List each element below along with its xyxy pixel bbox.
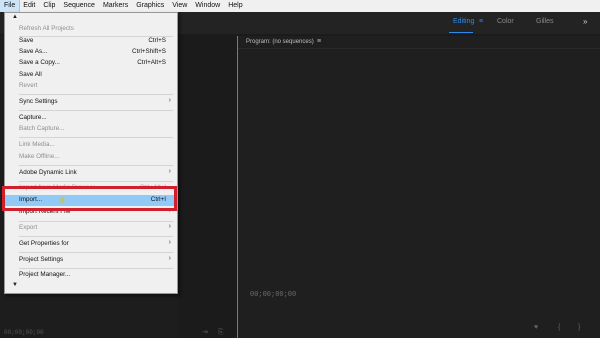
menu-separator bbox=[19, 236, 173, 237]
menu-item-capture[interactable]: Capture... bbox=[5, 113, 177, 124]
menu-clip[interactable]: Clip bbox=[39, 0, 59, 12]
menu-item-save-all[interactable]: Save All bbox=[5, 70, 177, 81]
source-controls: ⇥ ⎘ bbox=[202, 328, 223, 337]
scroll-up-icon[interactable]: ▲ bbox=[12, 14, 18, 20]
workspace-tab-editing[interactable]: Editing bbox=[453, 18, 474, 25]
program-timecode[interactable]: 00;00;00;00 bbox=[250, 291, 296, 299]
export-frame-icon[interactable]: ⎘ bbox=[218, 329, 224, 336]
menu-view[interactable]: View bbox=[168, 0, 191, 12]
annotation-highlight-box bbox=[2, 186, 177, 211]
menu-item-make-offline[interactable]: Make Offline... bbox=[5, 152, 177, 163]
menu-item-project-manager[interactable]: Project Manager... bbox=[5, 270, 177, 281]
scroll-down-icon[interactable]: ▼ bbox=[12, 282, 18, 288]
menu-separator bbox=[19, 268, 173, 269]
submenu-arrow-icon: › bbox=[168, 255, 171, 262]
menu-separator bbox=[19, 137, 173, 138]
menu-item-refresh-all-projects[interactable]: Refresh All Projects bbox=[5, 24, 177, 35]
mouse-cursor-icon bbox=[59, 197, 65, 203]
menu-file[interactable]: File bbox=[0, 0, 21, 13]
menu-separator bbox=[19, 252, 173, 253]
menu-item-revert[interactable]: Revert bbox=[5, 81, 177, 92]
program-monitor-title: Program: (no sequences) bbox=[246, 39, 314, 45]
submenu-arrow-icon: › bbox=[168, 168, 171, 175]
menu-item-batch-capture[interactable]: Batch Capture... bbox=[5, 124, 177, 135]
menu-separator bbox=[19, 181, 173, 182]
menu-item-sync-settings[interactable]: Sync Settings › bbox=[5, 97, 177, 108]
mark-in-icon[interactable]: { bbox=[558, 324, 560, 331]
menu-sequence[interactable]: Sequence bbox=[59, 0, 99, 12]
mark-out-icon[interactable]: } bbox=[578, 324, 580, 331]
menu-item-save[interactable]: Save Ctrl+S bbox=[5, 36, 177, 47]
menu-item-export[interactable]: Export › bbox=[5, 223, 177, 234]
menu-separator bbox=[19, 110, 173, 111]
menu-markers[interactable]: Markers bbox=[99, 0, 132, 12]
program-menu-icon[interactable]: ≡ bbox=[317, 38, 321, 45]
workspace-tab-color[interactable]: Color bbox=[497, 18, 514, 25]
menu-item-link-media[interactable]: Link Media... bbox=[5, 140, 177, 151]
menu-separator bbox=[19, 94, 173, 95]
add-marker-icon[interactable]: ♥ bbox=[534, 324, 538, 331]
more-workspaces-icon[interactable]: » bbox=[583, 17, 587, 26]
workspace-menu-icon[interactable]: ≡ bbox=[479, 18, 483, 25]
menu-separator bbox=[19, 221, 173, 222]
submenu-arrow-icon: › bbox=[168, 97, 171, 104]
file-menu-dropdown: ▲ Refresh All Projects Save Ctrl+S Save … bbox=[4, 12, 178, 294]
menu-help[interactable]: Help bbox=[224, 0, 246, 12]
divider bbox=[238, 48, 600, 49]
menu-graphics[interactable]: Graphics bbox=[132, 0, 168, 12]
source-timecode: 00;00;00;00 bbox=[4, 329, 44, 336]
menu-item-save-a-copy[interactable]: Save a Copy... Ctrl+Alt+S bbox=[5, 58, 177, 69]
menu-item-save-as[interactable]: Save As... Ctrl+Shift+S bbox=[5, 47, 177, 58]
submenu-arrow-icon: › bbox=[168, 239, 171, 246]
submenu-arrow-icon: › bbox=[168, 223, 171, 230]
insert-icon[interactable]: ⇥ bbox=[202, 329, 208, 336]
menu-item-get-properties-for[interactable]: Get Properties for › bbox=[5, 239, 177, 250]
menu-bar: File Edit Clip Sequence Markers Graphics… bbox=[0, 0, 600, 13]
menu-separator bbox=[19, 165, 173, 166]
menu-item-adobe-dynamic-link[interactable]: Adobe Dynamic Link › bbox=[5, 168, 177, 179]
active-workspace-indicator bbox=[449, 32, 473, 33]
workspace-tab-gilles[interactable]: Gilles bbox=[536, 18, 554, 25]
menu-window[interactable]: Window bbox=[191, 0, 224, 12]
menu-item-project-settings[interactable]: Project Settings › bbox=[5, 255, 177, 266]
menu-edit[interactable]: Edit bbox=[19, 0, 39, 12]
